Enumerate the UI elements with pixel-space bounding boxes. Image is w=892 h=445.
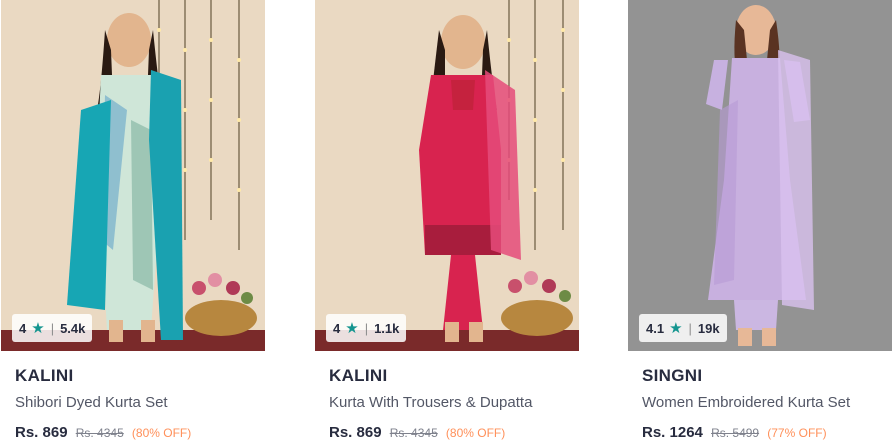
rating-count: 1.1k [374, 320, 400, 336]
rating-value: 4 [333, 320, 341, 336]
price-row: Rs. 869 Rs. 4345 (80% OFF) [329, 424, 505, 441]
product-discount: (80% OFF) [445, 426, 506, 440]
rating-badge: 4 ★ | 5.4k [12, 314, 93, 342]
product-name[interactable]: Women Embroidered Kurta Set [642, 394, 850, 411]
product-mrp: Rs. 5499 [711, 426, 760, 440]
rating-value: 4 [19, 320, 27, 336]
product-image[interactable] [315, 0, 579, 351]
product-price: Rs. 1264 [642, 424, 703, 441]
product-card[interactable]: 4.1 ★ | 19k SINGNI Women Embroidered Kur… [628, 0, 892, 445]
rating-count: 5.4k [60, 320, 86, 336]
product-grid: 4 ★ | 5.4k KALINI Shibori Dyed Kurta Set… [0, 0, 892, 445]
product-brand[interactable]: SINGNI [642, 366, 702, 386]
price-row: Rs. 869 Rs. 4345 (80% OFF) [15, 424, 191, 441]
rating-separator: | [688, 320, 692, 336]
star-icon: ★ [31, 319, 45, 337]
product-price: Rs. 869 [329, 424, 382, 441]
product-discount: (80% OFF) [131, 426, 192, 440]
rating-value: 4.1 [646, 320, 665, 336]
rating-separator: | [364, 320, 369, 336]
product-card[interactable]: 4 ★ | 5.4k KALINI Shibori Dyed Kurta Set… [1, 0, 265, 445]
product-mrp: Rs. 4345 [75, 426, 124, 440]
product-image[interactable] [1, 0, 265, 351]
price-row: Rs. 1264 Rs. 5499 (77% OFF) [642, 424, 827, 441]
rating-count: 19k [697, 320, 720, 336]
star-icon: ★ [669, 319, 683, 337]
product-price: Rs. 869 [15, 424, 68, 441]
product-brand[interactable]: KALINI [329, 366, 387, 386]
star-icon: ★ [345, 319, 359, 337]
rating-badge: 4 ★ | 1.1k [326, 314, 407, 342]
rating-badge: 4.1 ★ | 19k [639, 314, 727, 342]
product-mrp: Rs. 4345 [389, 426, 438, 440]
product-brand[interactable]: KALINI [15, 366, 73, 386]
product-name[interactable]: Shibori Dyed Kurta Set [15, 394, 168, 411]
product-card[interactable]: 4 ★ | 1.1k KALINI Kurta With Trousers & … [315, 0, 579, 445]
rating-separator: | [50, 320, 55, 336]
product-image[interactable] [628, 0, 892, 351]
product-discount: (77% OFF) [767, 426, 827, 440]
product-name[interactable]: Kurta With Trousers & Dupatta [329, 394, 532, 411]
